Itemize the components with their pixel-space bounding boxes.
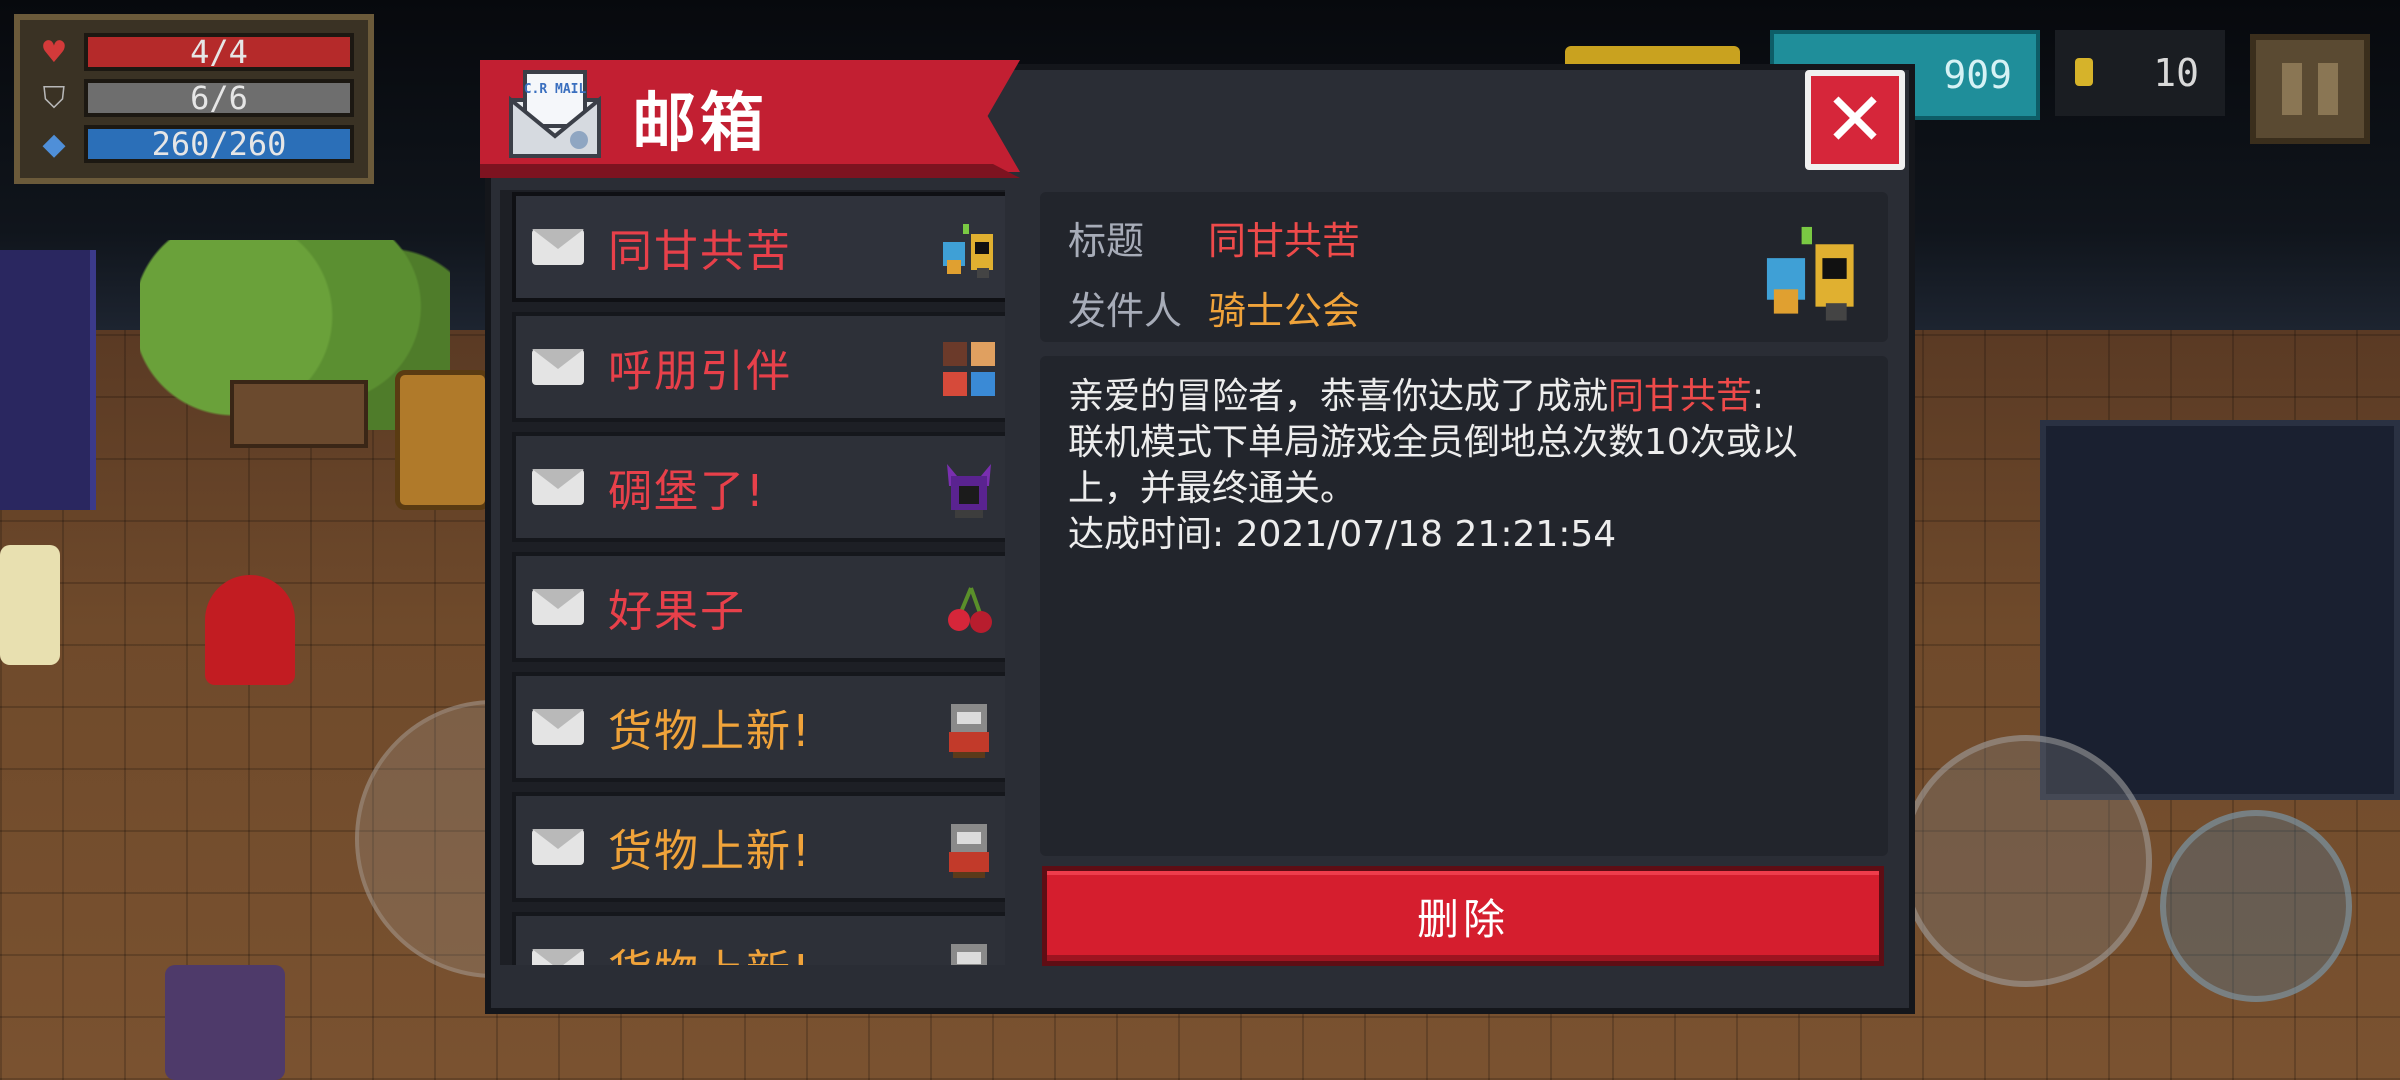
vending-machine	[0, 250, 96, 510]
gem-count: 909	[1943, 53, 2012, 97]
close-button[interactable]: ✕	[1805, 70, 1905, 170]
hp-row: ♥ 4/4	[34, 30, 354, 74]
mail-subject: 呼朋引伴	[608, 346, 792, 397]
coin-icon	[2075, 58, 2093, 86]
mail-list-item[interactable]: 碉堡了!	[512, 432, 1005, 542]
tree-trunk	[230, 380, 368, 448]
hp-bar: 4/4	[84, 33, 354, 71]
energy-bar: 260/260	[84, 125, 354, 163]
sender-value: 骑士公会	[1208, 289, 1361, 333]
friends-group-icon	[943, 342, 995, 396]
shield-icon: ⛉	[42, 80, 66, 116]
mail-subject: 同甘共苦	[608, 226, 792, 277]
envelope-icon	[532, 949, 584, 965]
coin-counter: 10	[2055, 30, 2225, 116]
mail-list-item[interactable]: 呼朋引伴	[512, 312, 1005, 422]
merchant-icon	[949, 824, 989, 878]
mail-envelope-icon: C.R MAIL	[509, 70, 601, 158]
skill-button[interactable]	[2160, 810, 2352, 1002]
mail-subject: 碉堡了!	[608, 466, 766, 517]
envelope-icon	[532, 829, 584, 865]
mail-subject: 货物上新!	[608, 826, 812, 877]
mail-list-item[interactable]: 货物上新!	[512, 792, 1005, 902]
armor-row: ⛉ 6/6	[34, 76, 354, 120]
mail-body: 亲爱的冒险者，恭喜你达成了成就同甘共苦: 联机模式下单局游戏全员倒地总次数10次…	[1040, 356, 1888, 856]
envelope-icon	[532, 589, 584, 625]
energy-row: ◆ 260/260	[34, 122, 354, 166]
envelope-icon	[532, 469, 584, 505]
armor-bar: 6/6	[84, 79, 354, 117]
envelope-icon	[532, 349, 584, 385]
pause-button[interactable]	[2250, 34, 2370, 144]
envelope-icon	[532, 709, 584, 745]
mail-subject: 货物上新!	[608, 706, 812, 757]
mail-list-item[interactable]: 同甘共苦	[512, 192, 1005, 302]
body-description: 联机模式下单局游戏全员倒地总次数10次或以上，并最终通关。	[1068, 422, 1798, 509]
knight-wizard-icon	[943, 224, 993, 278]
mail-list-item[interactable]: 好果子	[512, 552, 1005, 662]
envelope-icon	[532, 229, 584, 265]
player-stats-panel: ♥ 4/4 ⛉ 6/6 ◆ 260/260	[14, 14, 374, 184]
title-label: 标题	[1068, 219, 1145, 263]
mail-list-item[interactable]: 货物上新!	[512, 672, 1005, 782]
body-greeting: 亲爱的冒险者，恭喜你达成了成就	[1068, 376, 1609, 417]
knight-wizard-icon	[1766, 226, 1854, 321]
knight-character	[205, 575, 295, 685]
heart-icon: ♥	[40, 34, 68, 70]
pause-icon	[2282, 63, 2302, 115]
purple-demon-icon	[947, 464, 991, 518]
mail-list-item[interactable]: 货物上新!	[512, 912, 1005, 965]
merchant-icon	[951, 944, 987, 965]
merchant-icon	[949, 704, 989, 758]
mail-detail-header: 标题 同甘共苦 发件人 骑士公会	[1040, 192, 1888, 342]
mail-subject: 好果子	[608, 586, 746, 637]
weapon-rack	[2040, 420, 2400, 800]
delete-button[interactable]: 删除	[1042, 866, 1884, 966]
body-timestamp: 达成时间: 2021/07/18 21:21:54	[1068, 514, 1617, 555]
energy-crystal-icon: ◆	[42, 126, 66, 162]
mail-list[interactable]: 同甘共苦 呼朋引伴 碉堡了! 好果子 货物上新! 货物上新!	[500, 190, 1005, 965]
coin-count: 10	[2153, 51, 2199, 95]
npc-character	[0, 545, 60, 665]
mail-logo-text: C.R MAIL	[524, 82, 587, 97]
close-icon: ✕	[1823, 77, 1886, 163]
sender-label: 发件人	[1068, 289, 1183, 333]
wizard-character	[165, 965, 285, 1080]
attack-button[interactable]	[1900, 735, 2152, 987]
barrel-decoration	[395, 370, 490, 510]
mail-body-text: 亲爱的冒险者，恭喜你达成了成就同甘共苦: 联机模式下单局游戏全员倒地总次数10次…	[1068, 374, 1868, 558]
body-achievement: 同甘共苦	[1608, 376, 1753, 417]
cherry-icon	[948, 587, 992, 633]
mail-subject: 货物上新!	[608, 935, 812, 965]
body-colon: :	[1752, 376, 1765, 417]
title-value: 同甘共苦	[1208, 219, 1361, 263]
mailbox-title: 邮箱	[632, 87, 768, 161]
